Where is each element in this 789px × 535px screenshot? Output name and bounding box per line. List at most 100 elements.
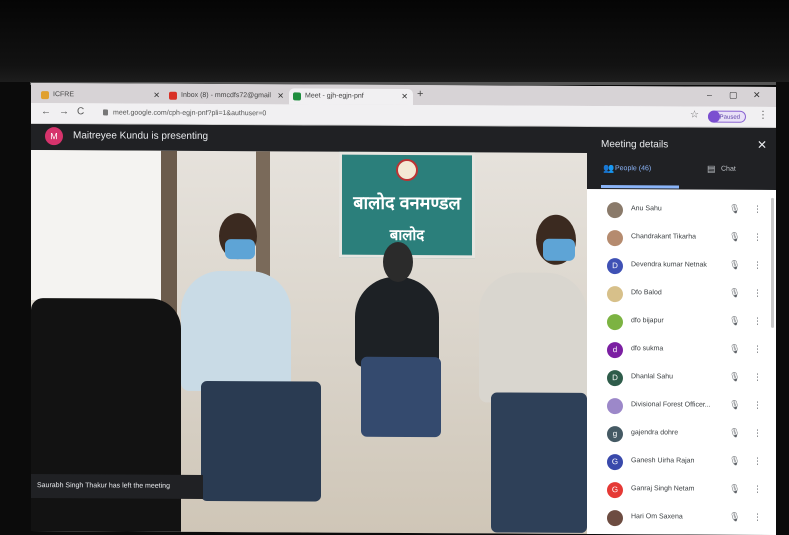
new-tab-button[interactable]: + [417,88,423,100]
chat-icon: ▤ [707,163,716,174]
mic-off-icon: 🎙 [729,511,741,522]
presenting-bar: M Maitreyee Kundu is presenting [31,124,587,153]
presenting-text: Maitreyee Kundu is presenting [73,130,209,142]
active-tab-indicator [601,185,679,189]
mic-off-icon: 🎙 [729,203,741,214]
url-input[interactable]: meet.google.com/cph-egjn-pnf?pli=1&authu… [103,106,673,122]
profile-avatar [708,110,720,123]
participant-avatar [607,510,623,527]
profile-paused-button[interactable]: Paused [708,110,746,123]
participant-avatar: d [607,342,623,359]
panel-header: Meeting details ✕ 👥 People (46) ▤ Chat [587,126,776,190]
more-options-icon[interactable]: ⋮ [753,232,762,243]
mic-off-icon: 🎙 [729,427,741,438]
more-options-icon[interactable]: ⋮ [753,372,762,383]
mic-off-icon: 🎙 [729,399,741,410]
left-meeting-toast: Saurabh Singh Thakur has left the meetin… [31,474,203,499]
participant-row[interactable]: Chandrakant Tikarha 🎙 ⋮ [587,225,776,254]
mic-off-icon: 🎙 [729,259,741,270]
participant-name: Ganesh Uirha Rajan [631,457,695,465]
paused-label: Paused [719,114,740,121]
participant-row[interactable]: Dfo Balod 🎙 ⋮ [587,281,776,310]
icfre-favicon-icon [41,91,49,100]
office-banner: बालोद वनमण्डल बालोद [339,151,475,259]
maximize-button[interactable]: ▢ [729,90,738,101]
mic-off-icon: 🎙 [729,455,741,466]
more-options-icon[interactable]: ⋮ [753,260,762,271]
person-left-trousers [201,380,321,502]
participant-row[interactable]: Divisional Forest Officer... 🎙 ⋮ [587,393,776,422]
mic-off-icon: 🎙 [729,343,741,354]
tab-meet[interactable]: Meet - gjh-egjn-pnf ✕ [289,88,413,106]
tab-gmail[interactable]: Inbox (8) - mmcdfs72@gmail ✕ [165,88,289,105]
person-right-shirt [479,272,587,403]
participant-avatar: D [607,370,623,387]
participant-name: Chandrakant Tikarha [631,233,696,241]
screen: ICFRE ✕ Inbox (8) - mmcdfs72@gmail ✕ Mee… [31,83,776,535]
close-tab-icon[interactable]: ✕ [401,89,408,105]
people-icon: 👥 [603,163,615,174]
person-left-shirt [181,270,291,392]
participant-name: Ganraj Singh Netam [631,485,695,493]
mic-off-icon: 🎙 [729,231,741,242]
tab-icfre[interactable]: ICFRE ✕ [37,87,165,104]
tab-chat[interactable]: Chat [721,166,736,173]
banner-line-2: बालोद [389,226,425,245]
more-options-icon[interactable]: ⋮ [753,456,762,467]
participant-row[interactable]: D Dhanlal Sahu 🎙 ⋮ [587,365,776,394]
presenter-avatar: M [45,127,63,146]
participant-row[interactable]: dfo bijapur 🎙 ⋮ [587,309,776,338]
more-options-icon[interactable]: ⋮ [753,288,762,299]
panel-scrollbar[interactable] [771,197,774,328]
participant-row[interactable]: d dfo sukma 🎙 ⋮ [587,337,776,366]
participant-avatar [607,398,623,415]
person-left-mask [225,239,255,260]
close-panel-button[interactable]: ✕ [757,138,767,152]
participant-name: Dhanlal Sahu [631,373,674,381]
participant-name: Devendra kumar Netnak [631,261,707,269]
meeting-details-panel: Meeting details ✕ 👥 People (46) ▤ Chat A… [587,126,776,535]
more-options-icon[interactable]: ⋮ [753,428,762,439]
participant-avatar [607,286,623,303]
participant-avatar: G [607,482,623,499]
more-options-icon[interactable]: ⋮ [753,400,762,411]
participant-row[interactable]: D Devendra kumar Netnak 🎙 ⋮ [587,253,776,282]
gmail-favicon-icon [169,91,177,100]
participant-avatar [607,230,623,247]
back-button[interactable]: ← [41,106,51,117]
participant-row[interactable]: g gajendra dohre 🎙 ⋮ [587,421,776,450]
more-options-icon[interactable]: ⋮ [753,484,762,495]
participant-row[interactable]: Anu Sahu 🎙 ⋮ [587,197,776,226]
browser-menu-icon[interactable]: ⋮ [758,110,768,121]
mic-off-icon: 🎙 [729,287,741,298]
participant-name: Anu Sahu [631,205,662,213]
person-middle-shirt [355,276,439,368]
close-tab-icon[interactable]: ✕ [153,88,160,104]
participant-row[interactable]: Hari Om Saxena 🎙 ⋮ [587,505,776,534]
participant-name: Hari Om Saxena [631,513,683,521]
close-tab-icon[interactable]: ✕ [277,88,284,104]
forward-button[interactable]: → [59,106,69,117]
tab-title: Inbox (8) - mmcdfs72@gmail [181,91,271,100]
more-options-icon[interactable]: ⋮ [753,204,762,215]
participant-avatar: g [607,426,623,443]
participant-row[interactable]: G Ganraj Singh Netam 🎙 ⋮ [587,477,776,506]
reload-button[interactable]: C [77,106,84,117]
person-middle-head [383,241,413,283]
more-options-icon[interactable]: ⋮ [753,316,762,327]
lock-icon [103,109,108,116]
close-window-button[interactable]: ✕ [753,90,761,101]
url-text: meet.google.com/cph-egjn-pnf?pli=1&authu… [113,109,267,118]
bookmark-star-icon[interactable]: ☆ [690,110,699,121]
more-options-icon[interactable]: ⋮ [753,344,762,355]
tab-people[interactable]: People (46) [615,165,651,172]
minimize-button[interactable]: – [707,90,712,100]
participant-avatar: D [607,258,623,275]
participant-name: Divisional Forest Officer... [631,401,711,409]
participant-name: Dfo Balod [631,289,662,297]
participant-name: dfo sukma [631,345,664,353]
tab-title: Meet - gjh-egjn-pnf [305,92,364,100]
participant-row[interactable]: G Ganesh Uirha Rajan 🎙 ⋮ [587,449,776,478]
more-options-icon[interactable]: ⋮ [753,512,762,523]
person-right-mask [543,238,575,261]
